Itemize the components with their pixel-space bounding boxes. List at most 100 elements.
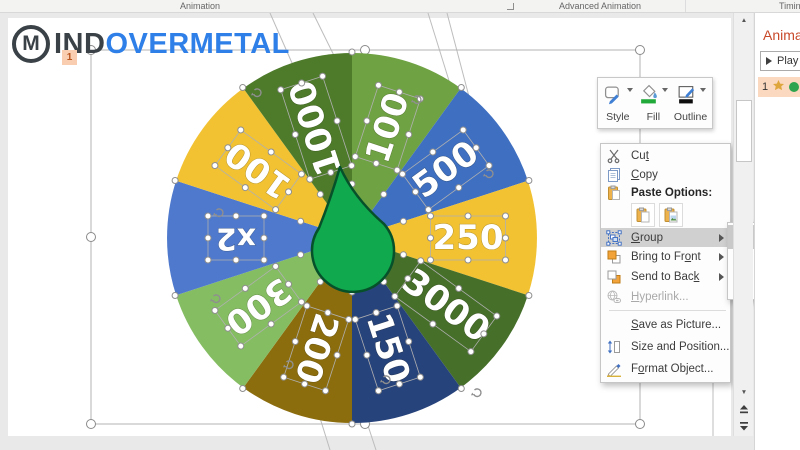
shape-handle[interactable] xyxy=(502,256,509,264)
shape-handle[interactable] xyxy=(204,212,212,220)
fill-label: Fill xyxy=(646,110,661,123)
context-menu-item-copy[interactable]: Copy xyxy=(601,165,730,184)
fill-button[interactable]: Fill xyxy=(638,84,669,123)
shape-handle[interactable] xyxy=(232,212,240,220)
dialog-launcher-icon[interactable] xyxy=(507,3,514,10)
shape-handle[interactable] xyxy=(427,212,434,220)
submenu-arrow-icon xyxy=(719,273,724,281)
shape-handle[interactable] xyxy=(464,212,472,220)
selection-handle[interactable] xyxy=(86,232,96,242)
wheel-sector-label-group: 250 xyxy=(427,212,509,264)
shape-handle[interactable] xyxy=(260,234,268,242)
scrollbar-thumb[interactable] xyxy=(736,100,752,162)
context-menu-item-hyperlink[interactable]: Hyperlink... xyxy=(601,287,730,307)
scroll-up-icon[interactable]: ▲ xyxy=(736,14,752,28)
shape-handle[interactable] xyxy=(348,48,356,56)
context-menu-item-group[interactable]: Group xyxy=(601,228,730,247)
context-menu-paste-options-label: Paste Options: xyxy=(601,184,730,202)
shape-handle[interactable] xyxy=(457,84,465,91)
context-menu-item-bring-to-front[interactable]: Bring to Front xyxy=(601,247,730,267)
shape-handle[interactable] xyxy=(457,385,465,392)
selection-handle[interactable] xyxy=(86,419,96,429)
logo-text-blue: OVERMETAL xyxy=(105,27,290,60)
animated-object-icon xyxy=(789,82,800,92)
context-menu: Cut Copy Paste Options: Group Bring to Front… xyxy=(600,143,731,383)
ribbon-group-label-timing: Timing xyxy=(779,1,800,11)
shape-handle[interactable] xyxy=(502,212,509,220)
vertical-scrollbar[interactable]: ▲ ▼ xyxy=(733,13,753,436)
context-menu-item-cut[interactable]: Cut xyxy=(601,146,730,165)
mini-format-toolbar: Style Fill Outline xyxy=(597,77,713,129)
group-icon xyxy=(604,229,624,246)
play-from-button[interactable]: Play From xyxy=(760,51,800,71)
style-button[interactable]: Style xyxy=(603,84,633,123)
send-to-back-icon xyxy=(604,269,624,285)
chevron-down-icon xyxy=(626,87,633,92)
powerpoint-window: Animation Advanced Animation Timing M INDO… xyxy=(0,0,800,450)
shape-handle[interactable] xyxy=(427,256,434,264)
animation-list-item[interactable]: 1 xyxy=(758,77,800,97)
chevron-down-icon xyxy=(662,87,669,92)
submenu-arrow-icon xyxy=(719,253,724,261)
previous-slide-icon[interactable] xyxy=(737,403,751,416)
animation-pane: Animation Pane Play From 1 xyxy=(754,13,800,450)
size-position-icon xyxy=(604,339,624,355)
shape-handle[interactable] xyxy=(204,234,212,242)
keep-source-formatting-icon[interactable] xyxy=(631,203,655,227)
ribbon-group-divider xyxy=(685,0,686,12)
shape-handle[interactable] xyxy=(399,251,407,259)
play-icon xyxy=(766,57,772,65)
cut-icon xyxy=(604,148,624,164)
shape-handle[interactable] xyxy=(502,234,509,242)
context-menu-item-send-to-back[interactable]: Send to Back xyxy=(601,267,730,287)
shape-handle[interactable] xyxy=(239,84,247,91)
shape-handle[interactable] xyxy=(297,217,305,225)
shape-handle[interactable] xyxy=(348,420,356,428)
shape-handle[interactable] xyxy=(260,212,268,220)
selection-handle[interactable] xyxy=(360,45,370,55)
fill-color-icon xyxy=(638,84,660,110)
ribbon-group-label-advanced-animation: Advanced Animation xyxy=(558,1,642,11)
next-slide-icon[interactable] xyxy=(737,419,751,432)
context-menu-item-size-and-position[interactable]: Size and Position... xyxy=(601,336,730,358)
bring-to-front-icon xyxy=(604,249,624,265)
wheel-sector-label: 250 xyxy=(433,218,504,258)
paste-as-picture-icon[interactable] xyxy=(659,203,683,227)
chevron-down-icon xyxy=(699,87,706,92)
indovermetal-logo: M INDOVERMETAL xyxy=(12,25,290,63)
selection-handle[interactable] xyxy=(635,419,645,429)
shape-handle[interactable] xyxy=(171,177,179,184)
animation-pane-title: Animation Pane xyxy=(763,27,800,43)
context-menu-separator xyxy=(609,310,726,311)
shape-handle[interactable] xyxy=(204,256,212,264)
shape-handle[interactable] xyxy=(399,217,407,225)
shape-handle[interactable] xyxy=(525,177,533,184)
hyperlink-icon xyxy=(604,289,624,305)
outline-color-icon xyxy=(676,84,698,110)
logo-monogram-icon: M xyxy=(12,25,50,63)
context-menu-paste-options xyxy=(601,202,730,228)
shape-handle[interactable] xyxy=(464,256,472,264)
context-menu-item-save-as-picture[interactable]: Save as Picture... xyxy=(601,314,730,336)
shape-handle[interactable] xyxy=(232,256,240,264)
shape-handle[interactable] xyxy=(171,292,179,299)
outline-label: Outline xyxy=(673,110,708,123)
outline-button[interactable]: Outline xyxy=(674,84,707,123)
shape-handle[interactable] xyxy=(380,190,388,198)
animation-item-number: 1 xyxy=(762,81,769,93)
shape-handle[interactable] xyxy=(239,385,247,392)
shape-style-icon xyxy=(603,84,625,110)
context-menu-item-format-object[interactable]: Format Object... xyxy=(601,358,730,380)
shape-handle[interactable] xyxy=(525,292,533,299)
shape-handle[interactable] xyxy=(297,251,305,259)
shape-handle[interactable] xyxy=(427,234,434,242)
rotate-handle-icon[interactable] xyxy=(470,388,482,398)
ribbon-group-label-animation: Animation xyxy=(179,1,221,11)
star-icon xyxy=(773,80,785,94)
shape-handle[interactable] xyxy=(316,190,324,198)
selection-handle[interactable] xyxy=(635,45,645,55)
ribbon-group-strip: Animation Advanced Animation Timing xyxy=(0,0,800,13)
scroll-down-icon[interactable]: ▼ xyxy=(736,386,752,400)
animation-number-badge[interactable]: 1 xyxy=(62,50,77,65)
shape-handle[interactable] xyxy=(260,256,268,264)
